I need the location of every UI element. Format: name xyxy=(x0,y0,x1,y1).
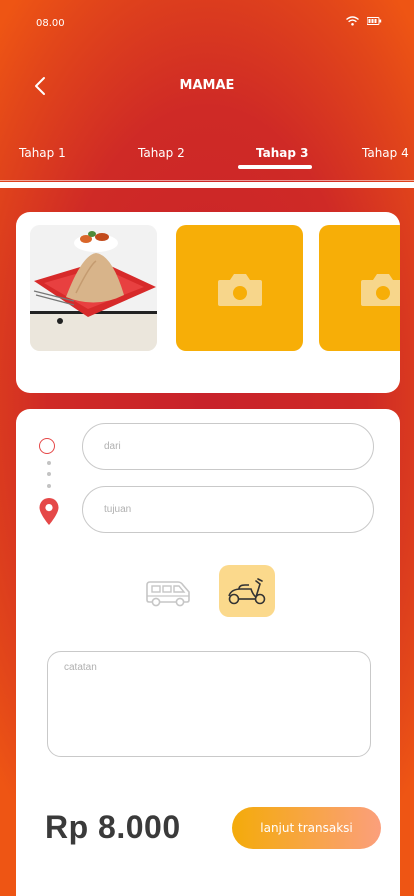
active-tab-indicator xyxy=(238,165,312,169)
camera-icon xyxy=(218,274,262,306)
food-image xyxy=(30,225,157,351)
page-title: MAMAE xyxy=(179,78,235,93)
tab-step-2[interactable]: Tahap 2 xyxy=(138,146,185,160)
app-header: MAMAE xyxy=(0,64,414,108)
food-photo[interactable] xyxy=(30,225,157,351)
origin-input[interactable] xyxy=(82,423,374,470)
scooter-icon xyxy=(228,578,266,605)
total-price: Rp 8.000 xyxy=(45,809,181,845)
photo-card xyxy=(16,212,400,393)
notes-textarea[interactable] xyxy=(47,651,371,757)
vehicle-option-car[interactable] xyxy=(140,567,196,619)
route-dot xyxy=(47,472,51,476)
step-tabs: Tahap 1 Tahap 2 Tahap 3 Tahap 4 xyxy=(0,140,414,181)
camera-icon xyxy=(361,274,400,306)
battery-icon xyxy=(367,17,382,25)
location-pin-icon xyxy=(39,498,59,525)
tab-step-4[interactable]: Tahap 4 xyxy=(362,146,409,160)
delivery-form: Rp 8.000 lanjut transaksi xyxy=(16,409,400,896)
vehicle-option-motorcycle[interactable] xyxy=(219,565,275,617)
status-bar: 08.00 xyxy=(0,0,414,44)
wifi-icon xyxy=(346,16,359,26)
tab-step-1[interactable]: Tahap 1 xyxy=(19,146,66,160)
tabs-divider xyxy=(0,180,414,181)
add-photo-button[interactable] xyxy=(319,225,400,351)
add-photo-button[interactable] xyxy=(176,225,303,351)
van-icon xyxy=(146,581,190,607)
tab-step-3[interactable]: Tahap 3 xyxy=(256,146,309,160)
route-dot xyxy=(47,484,51,488)
route-dot xyxy=(47,461,51,465)
tabs-bottom-strip xyxy=(0,182,414,188)
status-time: 08.00 xyxy=(36,18,65,29)
status-icons xyxy=(346,16,382,26)
destination-input[interactable] xyxy=(82,486,374,533)
continue-transaction-button[interactable]: lanjut transaksi xyxy=(232,807,381,849)
origin-marker-icon xyxy=(39,438,55,454)
